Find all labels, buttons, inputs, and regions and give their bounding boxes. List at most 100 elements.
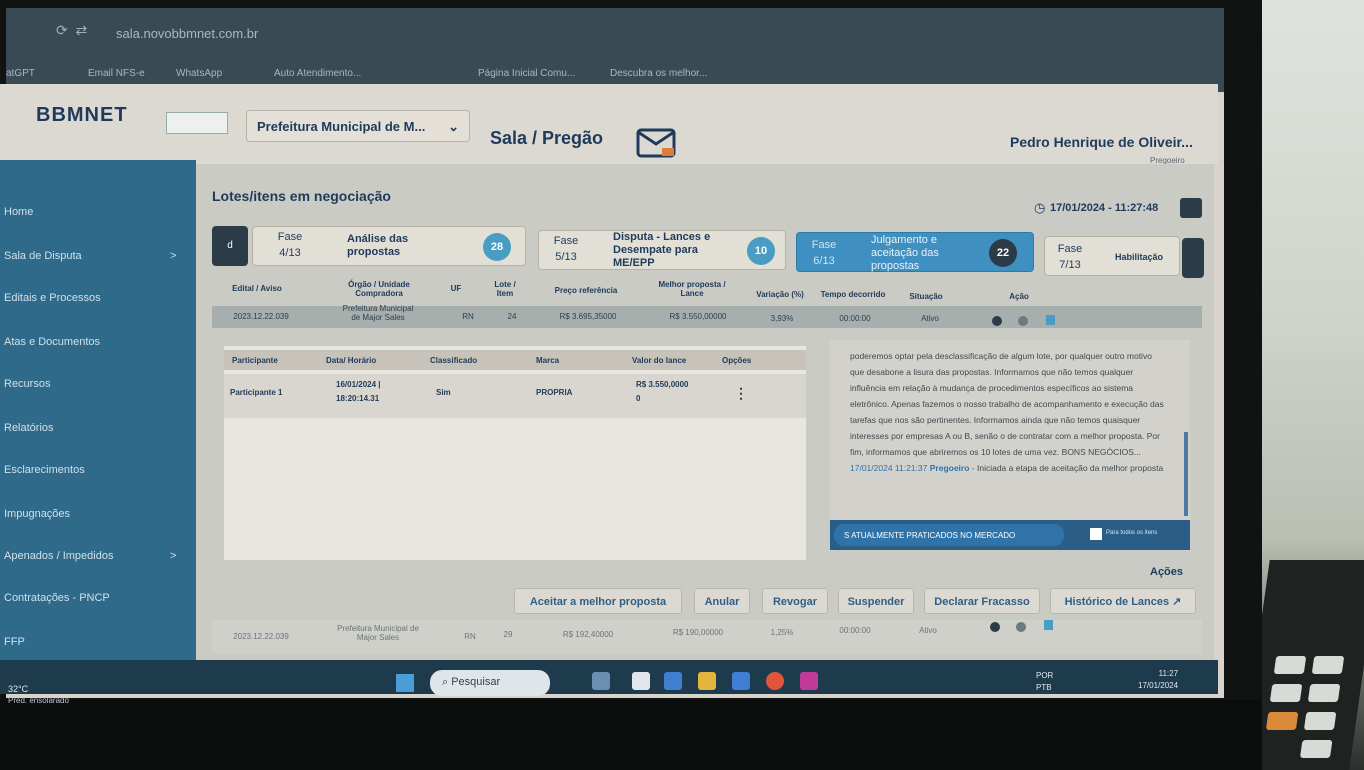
table-row[interactable] bbox=[224, 374, 806, 418]
phase-card[interactable]: Fase 5/13 Disputa - Lances e Desempate p… bbox=[538, 230, 786, 270]
files-icon[interactable] bbox=[632, 672, 650, 690]
folder-icon[interactable] bbox=[698, 672, 716, 690]
windows-start-icon[interactable] bbox=[396, 674, 414, 692]
action-dark-icon[interactable] bbox=[990, 622, 1000, 632]
action-blue-icon[interactable] bbox=[1046, 315, 1055, 325]
previous-phase-button[interactable]: d bbox=[212, 226, 248, 266]
taskbar-search[interactable]: ⌕ Pesquisar bbox=[430, 670, 550, 696]
phase-label: Fase bbox=[277, 231, 303, 243]
chat-input[interactable]: S ATUALMENTE PRATICADOS NO MERCADO bbox=[834, 524, 1064, 546]
suspend-button[interactable]: Suspender bbox=[838, 588, 914, 614]
search-icon: ⌕ bbox=[442, 676, 452, 688]
table-cell: 1,25% bbox=[770, 628, 794, 637]
mail-icon[interactable] bbox=[636, 128, 676, 158]
action-blue-icon[interactable] bbox=[1044, 620, 1053, 630]
table-cell: 29 bbox=[503, 630, 513, 639]
table-cell: R$ 3.695,35000 bbox=[559, 312, 617, 321]
chat-messages: poderemos optar pela desclassificação de… bbox=[850, 348, 1168, 476]
bookmark-item[interactable]: Email NFS-e bbox=[88, 68, 145, 79]
chat-app-icon[interactable] bbox=[664, 672, 682, 690]
column-header: Lote / Item bbox=[494, 280, 516, 298]
column-header: UF bbox=[450, 284, 462, 293]
datetime-button[interactable] bbox=[1180, 198, 1202, 218]
participants-header bbox=[224, 350, 806, 370]
table-cell: Prefeitura Municipal de Major Sales bbox=[342, 304, 414, 322]
bookmark-item[interactable]: Auto Atendimento... bbox=[274, 68, 361, 79]
system-clock[interactable]: 11:27 17/01/2024 bbox=[1138, 668, 1178, 692]
phase-label: Fase bbox=[1057, 243, 1083, 255]
chat-timestamp: 17/01/2024 11:21:37 bbox=[850, 463, 928, 473]
column-header: Marca bbox=[536, 356, 560, 365]
phase-label: Fase bbox=[553, 235, 579, 247]
bookmark-item[interactable]: atGPT bbox=[6, 68, 35, 79]
table-cell: RN bbox=[464, 632, 476, 641]
sidebar-item-sala-disputa[interactable]: Sala de Disputa bbox=[4, 250, 82, 262]
phase-count-badge: 22 bbox=[989, 239, 1017, 267]
phase-card-active[interactable]: Fase 6/13 Julgamento e aceitação das pro… bbox=[796, 232, 1034, 272]
more-options-icon[interactable]: ⋮ bbox=[734, 386, 748, 400]
table-cell: 2023.12.22.039 bbox=[233, 632, 289, 641]
sidebar-item-esclarecimentos[interactable]: Esclarecimentos bbox=[4, 464, 85, 476]
chevron-right-icon: > bbox=[170, 250, 177, 262]
annul-button[interactable]: Anular bbox=[694, 588, 750, 614]
action-gray-icon[interactable] bbox=[1016, 622, 1026, 632]
bid-history-button[interactable]: Histórico de Lances ↗ bbox=[1050, 588, 1196, 614]
widgets-icon[interactable] bbox=[592, 672, 610, 690]
bookmarks-bar: atGPT Email NFS-e WhatsApp Auto Atendime… bbox=[6, 64, 1224, 86]
phase-label: Fase bbox=[811, 239, 837, 251]
sidebar-item-impugnacoes[interactable]: Impugnações bbox=[4, 508, 70, 520]
sidebar-item-ffp[interactable]: FFP bbox=[4, 636, 25, 648]
user-name[interactable]: Pedro Henrique de Oliveir... bbox=[1010, 134, 1193, 150]
organization-select[interactable]: Prefeitura Municipal de M... ⌄ bbox=[246, 110, 470, 142]
app-logo[interactable]: BBMNET bbox=[36, 104, 128, 127]
chrome-icon[interactable] bbox=[766, 672, 784, 690]
bookmark-item[interactable]: Descubra os melhor... bbox=[610, 68, 707, 79]
column-header: Situação bbox=[909, 292, 943, 301]
phase-card[interactable]: Fase 4/13 Análise das propostas 28 bbox=[252, 226, 526, 266]
declare-failure-button[interactable]: Declarar Fracasso bbox=[924, 588, 1040, 614]
phase-name: Habilitação bbox=[1115, 252, 1164, 262]
lang-variant: PTB bbox=[1036, 683, 1052, 692]
sidebar-item-pncp[interactable]: Contratações - PNCP bbox=[4, 592, 110, 604]
table-cell: 24 bbox=[507, 312, 517, 321]
phase-name: Julgamento e aceitação das propostas bbox=[871, 234, 939, 272]
municipality-logo bbox=[166, 112, 228, 134]
column-header: Opções bbox=[722, 356, 752, 365]
phase-number: 6/13 bbox=[813, 255, 835, 267]
sidebar-item-atas[interactable]: Atas e Documentos bbox=[4, 336, 100, 348]
chat-scrollbar[interactable] bbox=[1184, 432, 1188, 516]
column-header: Melhor proposta / Lance bbox=[658, 280, 726, 298]
sidebar-item-home[interactable]: Home bbox=[4, 206, 33, 218]
bookmark-item[interactable]: Página Inicial Comu... bbox=[478, 68, 575, 79]
keyboard-language[interactable]: POR PTB bbox=[1036, 670, 1053, 694]
column-header: Tempo decorrido bbox=[820, 290, 886, 299]
column-header: Órgão / Unidade Compradora bbox=[348, 280, 410, 298]
action-dark-icon[interactable] bbox=[992, 316, 1002, 326]
store-icon[interactable] bbox=[732, 672, 750, 690]
weather-temperature[interactable]: 32°C bbox=[8, 684, 28, 694]
chevron-right-icon: > bbox=[170, 550, 177, 562]
sidebar-item-recursos[interactable]: Recursos bbox=[4, 378, 50, 390]
sidebar-item-editais[interactable]: Editais e Processos bbox=[4, 292, 101, 304]
table-cell: R$ 192,40000 bbox=[562, 630, 614, 639]
phase-card[interactable]: Fase 7/13 Habilitação bbox=[1044, 236, 1180, 276]
address-bar[interactable]: sala.novobbmnet.com.br bbox=[116, 26, 258, 41]
clock-date: 17/01/2024 bbox=[1138, 681, 1179, 690]
sidebar-item-apenados[interactable]: Apenados / Impedidos bbox=[4, 550, 113, 562]
bookmark-item[interactable]: WhatsApp bbox=[176, 68, 222, 79]
clock-icon: ◷ bbox=[1034, 200, 1046, 215]
lang-code: POR bbox=[1036, 671, 1054, 680]
phase-number: 5/13 bbox=[555, 251, 577, 263]
weather-description: Pred. ensolarado bbox=[8, 696, 69, 705]
accept-best-proposal-button[interactable]: Aceitar a melhor proposta bbox=[514, 588, 682, 614]
revoke-button[interactable]: Revogar bbox=[762, 588, 828, 614]
clock-time: 11:27 bbox=[1158, 669, 1179, 678]
next-phase-button[interactable] bbox=[1182, 238, 1204, 278]
all-items-checkbox[interactable] bbox=[1090, 528, 1102, 540]
action-gray-icon[interactable] bbox=[1018, 316, 1028, 326]
reload-icon[interactable]: ⟳ ⇄ bbox=[56, 22, 87, 39]
column-header: Classificado bbox=[430, 356, 478, 365]
phase-number: 7/13 bbox=[1059, 259, 1081, 271]
instagram-icon[interactable] bbox=[800, 672, 818, 690]
sidebar-item-relatorios[interactable]: Relatórios bbox=[4, 422, 54, 434]
